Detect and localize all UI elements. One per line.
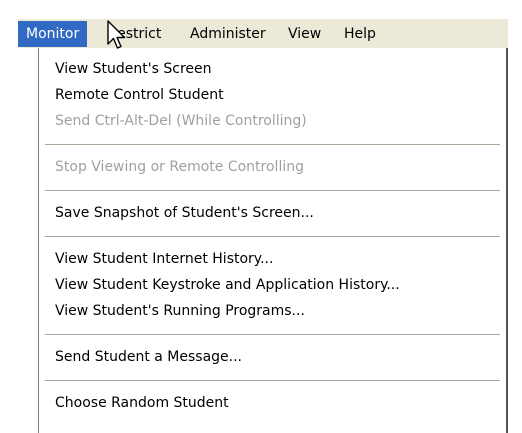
menu-separator [45, 380, 500, 381]
menu-item-send-message[interactable]: Send Student a Message... [39, 344, 506, 370]
menu-item-remote-control-student[interactable]: Remote Control Student [39, 82, 506, 108]
menu-separator [45, 236, 500, 237]
menu-view[interactable]: View [280, 21, 329, 47]
menu-item-stop-viewing[interactable]: Stop Viewing or Remote Controlling [39, 154, 506, 180]
menu-separator [45, 144, 500, 145]
menu-help[interactable]: Help [336, 21, 384, 47]
menubar: Monitor Restrict Administer View Help [18, 18, 508, 48]
menu-item-send-ctrl-alt-del[interactable]: Send Ctrl-Alt-Del (While Controlling) [39, 108, 506, 134]
menu-item-running-programs[interactable]: View Student's Running Programs... [39, 298, 506, 324]
menu-monitor[interactable]: Monitor [18, 21, 88, 47]
menu-item-keystroke-history[interactable]: View Student Keystroke and Application H… [39, 272, 506, 298]
menu-administer[interactable]: Administer [182, 21, 274, 47]
menu-separator [45, 190, 500, 191]
menu-separator [45, 334, 500, 335]
menu-item-internet-history[interactable]: View Student Internet History... [39, 246, 506, 272]
menu-item-save-snapshot[interactable]: Save Snapshot of Student's Screen... [39, 200, 506, 226]
menu-restrict[interactable]: Restrict [100, 21, 169, 47]
menu-item-view-student-screen[interactable]: View Student's Screen [39, 56, 506, 82]
monitor-dropdown-menu: View Student's Screen Remote Control Stu… [38, 48, 508, 433]
app-window: Monitor Restrict Administer View Help Vi… [0, 0, 522, 433]
menu-item-choose-random-student[interactable]: Choose Random Student [39, 390, 506, 416]
